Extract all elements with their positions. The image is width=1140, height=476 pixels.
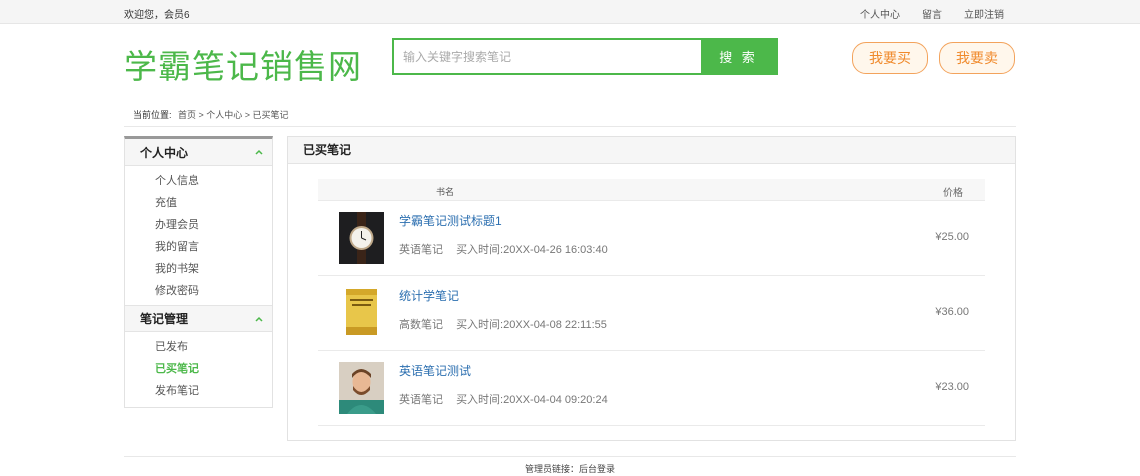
- sidebar-item-profile-info[interactable]: 个人信息: [155, 170, 272, 192]
- sidebar-item-my-messages[interactable]: 我的留言: [155, 236, 272, 258]
- sidebar-section-title: 笔记管理: [140, 312, 189, 326]
- sidebar-item-membership[interactable]: 办理会员: [155, 214, 272, 236]
- sidebar-menu-personal: 个人信息 充值 办理会员 我的留言 我的书架 修改密码: [125, 166, 272, 305]
- portrait-image[interactable]: [339, 362, 384, 414]
- note-title-link[interactable]: 统计学笔记: [399, 287, 459, 304]
- top-links: 个人中心 留言 立即注销: [860, 6, 1004, 21]
- column-header-name: 书名: [436, 187, 455, 197]
- note-category: 英语笔记: [399, 394, 443, 406]
- table-header: 书名 价格: [318, 179, 985, 201]
- sidebar: 个人中心 个人信息 充值 办理会员 我的留言 我的书架 修改密码 笔记管理 已发…: [124, 136, 273, 408]
- sell-button[interactable]: 我要卖: [939, 42, 1015, 74]
- table-row: 统计学笔记 高数笔记 买入时间:20XX-04-08 22:11:55 ¥36.…: [318, 276, 985, 351]
- top-link-logout[interactable]: 立即注销: [964, 6, 1004, 21]
- purchase-time: 买入时间:20XX-04-08 22:11:55: [456, 319, 607, 331]
- book-cover-image[interactable]: [339, 287, 384, 339]
- purchased-notes-panel: 已买笔记 书名 价格 学霸笔记测试标题1 英语笔记 买入时间:20XX-04-2…: [287, 136, 1016, 441]
- sidebar-item-bookshelf[interactable]: 我的书架: [155, 258, 272, 280]
- sidebar-menu-notes: 已发布 已买笔记 发布笔记: [125, 332, 272, 405]
- note-category: 高数笔记: [399, 319, 443, 331]
- search-bar: 搜 索: [392, 38, 778, 75]
- note-category: 英语笔记: [399, 244, 443, 256]
- top-link-message[interactable]: 留言: [922, 6, 942, 21]
- note-title-link[interactable]: 英语笔记测试: [399, 362, 471, 379]
- chevron-up-icon[interactable]: [254, 314, 264, 324]
- sidebar-item-change-password[interactable]: 修改密码: [155, 280, 272, 302]
- sidebar-section-title: 个人中心: [140, 145, 189, 160]
- chevron-up-icon[interactable]: [254, 147, 264, 157]
- table-row: 英语笔记测试 英语笔记 买入时间:20XX-04-04 09:20:24 ¥23…: [318, 351, 985, 426]
- site-logo[interactable]: 学霸笔记销售网: [124, 40, 362, 88]
- sidebar-item-recharge[interactable]: 充值: [155, 192, 272, 214]
- footer-admin-link[interactable]: 管理员链接：后台登录: [0, 462, 1140, 475]
- watch-image[interactable]: [339, 212, 384, 264]
- note-price: ¥23.00: [935, 381, 969, 393]
- top-bar: 欢迎您，会员6 个人中心 留言 立即注销: [0, 0, 1140, 24]
- note-meta: 英语笔记 买入时间:20XX-04-26 16:03:40: [399, 241, 608, 257]
- sidebar-item-purchased[interactable]: 已买笔记: [155, 358, 272, 380]
- sidebar-section-notes[interactable]: 笔记管理: [125, 305, 272, 332]
- search-input[interactable]: [394, 40, 701, 73]
- sidebar-item-publish-note[interactable]: 发布笔记: [155, 380, 272, 402]
- search-button[interactable]: 搜 索: [701, 40, 776, 73]
- note-price: ¥36.00: [935, 306, 969, 318]
- breadcrumb: 当前位置: 首页 > 个人中心 > 已买笔记: [133, 108, 289, 121]
- purchase-time: 买入时间:20XX-04-04 09:20:24: [456, 394, 608, 406]
- table-row: 学霸笔记测试标题1 英语笔记 买入时间:20XX-04-26 16:03:40 …: [318, 201, 985, 276]
- welcome-text: 欢迎您，会员6: [124, 10, 190, 21]
- panel-title: 已买笔记: [288, 137, 1015, 164]
- breadcrumb-path[interactable]: 首页 > 个人中心 > 已买笔记: [178, 110, 289, 120]
- notes-list: 学霸笔记测试标题1 英语笔记 买入时间:20XX-04-26 16:03:40 …: [318, 201, 985, 426]
- note-price: ¥25.00: [935, 231, 969, 243]
- sidebar-section-personal[interactable]: 个人中心: [125, 139, 272, 166]
- divider: [124, 126, 1016, 127]
- breadcrumb-label: 当前位置:: [133, 110, 172, 120]
- column-header-price: 价格: [943, 188, 963, 199]
- top-link-profile[interactable]: 个人中心: [860, 6, 900, 21]
- footer-divider: [124, 456, 1016, 457]
- note-title-link[interactable]: 学霸笔记测试标题1: [399, 212, 502, 229]
- note-meta: 高数笔记 买入时间:20XX-04-08 22:11:55: [399, 316, 607, 332]
- note-meta: 英语笔记 买入时间:20XX-04-04 09:20:24: [399, 391, 608, 407]
- sidebar-item-published[interactable]: 已发布: [155, 336, 272, 358]
- purchase-time: 买入时间:20XX-04-26 16:03:40: [456, 244, 608, 256]
- buy-button[interactable]: 我要买: [852, 42, 928, 74]
